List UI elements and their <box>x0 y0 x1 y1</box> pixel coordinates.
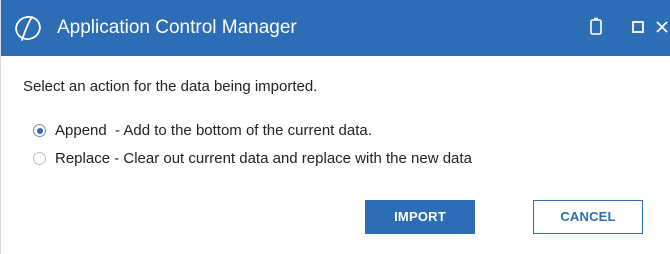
append-option-label: Append - Add to the bottom of the curren… <box>55 122 372 139</box>
import-dialog-window: Application Control Manager Select an ac… <box>0 0 670 254</box>
app-logo-icon <box>15 15 41 41</box>
window-title: Application Control Manager <box>57 17 297 38</box>
replace-radio[interactable] <box>33 152 46 165</box>
close-icon[interactable] <box>651 15 670 39</box>
replace-option-label: Replace - Clear out current data and rep… <box>55 150 472 167</box>
append-radio[interactable] <box>33 124 46 137</box>
title-bar: Application Control Manager <box>1 0 670 56</box>
maximize-icon[interactable] <box>627 15 651 39</box>
dialog-prompt: Select an action for the data being impo… <box>23 78 318 95</box>
minimize-icon[interactable] <box>584 15 608 39</box>
cancel-button[interactable]: CANCEL <box>533 200 643 234</box>
replace-option[interactable]: Replace - Clear out current data and rep… <box>33 150 472 167</box>
append-option[interactable]: Append - Add to the bottom of the curren… <box>33 122 372 139</box>
import-button[interactable]: IMPORT <box>365 200 475 234</box>
